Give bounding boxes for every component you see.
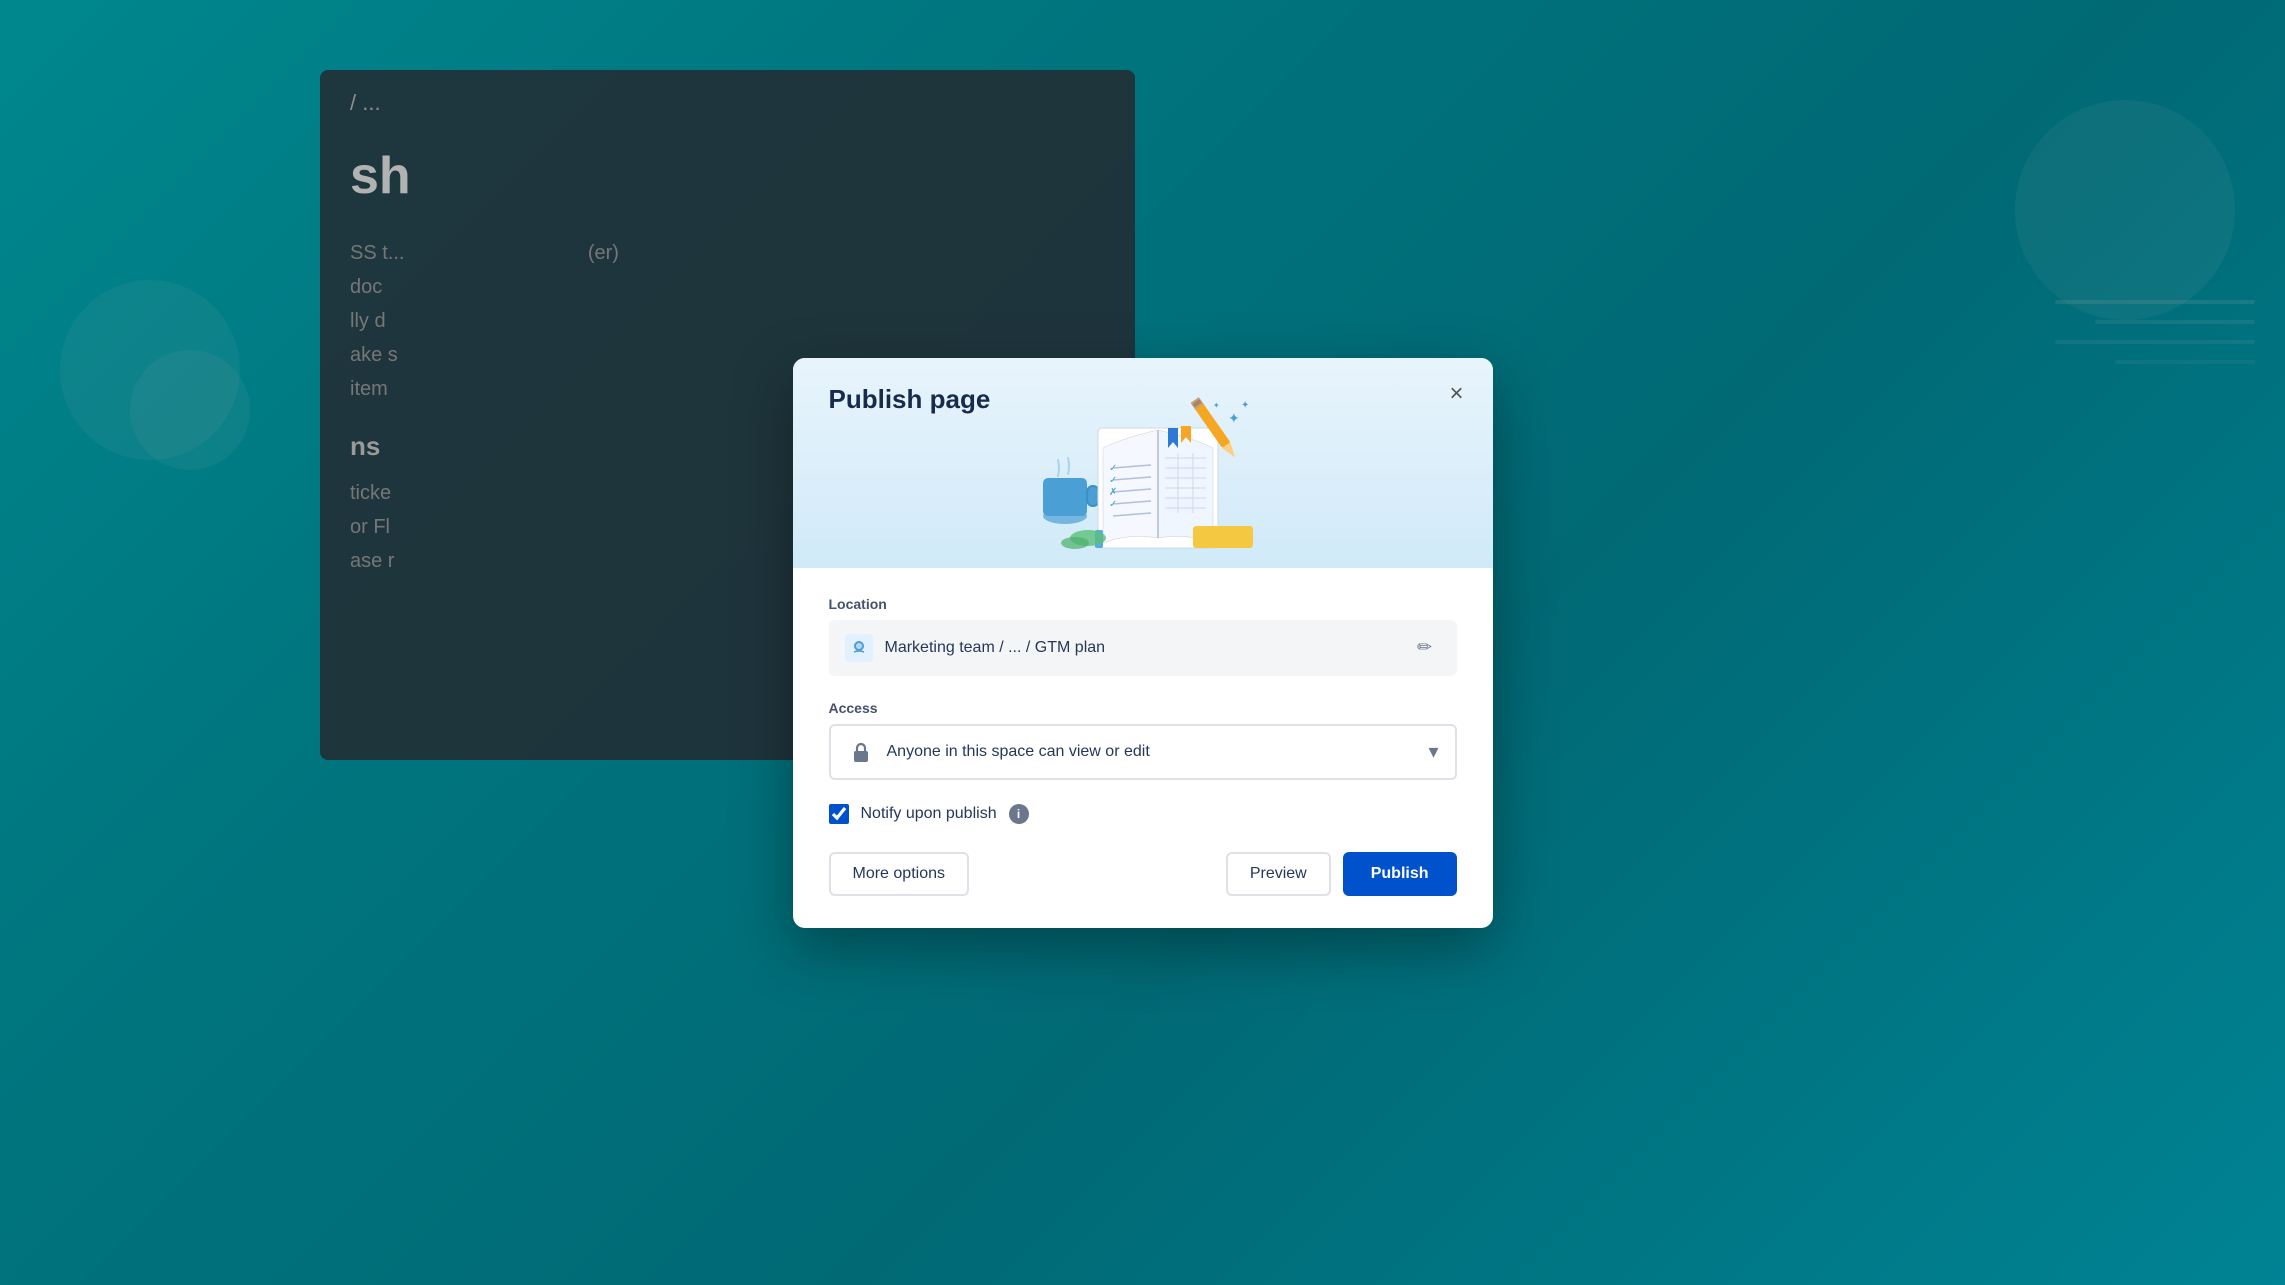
publish-button[interactable]: Publish: [1343, 852, 1457, 896]
modal-overlay: Publish page: [0, 0, 2285, 1285]
location-text: Marketing team / ... / GTM plan: [885, 639, 1409, 657]
page-name: GTM plan: [1035, 639, 1105, 656]
svg-text:✦: ✦: [1228, 410, 1240, 426]
publish-dialog: Publish page: [793, 358, 1493, 928]
space-icon: [845, 634, 873, 662]
location-sep2: /: [1026, 639, 1035, 656]
location-edit-button[interactable]: ✏: [1409, 632, 1441, 664]
access-label: Access: [829, 700, 1457, 716]
notify-row: Notify upon publish i: [829, 804, 1457, 824]
close-icon: ×: [1449, 380, 1463, 408]
svg-text:✦: ✦: [1213, 401, 1220, 410]
right-buttons: Preview Publish: [1226, 852, 1457, 896]
edit-icon: ✏: [1417, 637, 1432, 658]
notify-checkbox[interactable]: [829, 804, 849, 824]
location-label: Location: [829, 596, 1457, 612]
location-ellipsis: ...: [1008, 639, 1021, 656]
svg-text:✓: ✓: [1109, 499, 1117, 510]
lock-icon: [847, 738, 875, 766]
access-dropdown[interactable]: Anyone in this space can view or edit ▾: [829, 724, 1457, 780]
notify-label: Notify upon publish: [861, 805, 997, 823]
location-sep1: /: [999, 639, 1008, 656]
modal-body: Location Marketing team / ... / GTM pl: [793, 568, 1493, 928]
location-row: Marketing team / ... / GTM plan ✏: [829, 620, 1457, 676]
actions-row: More options Preview Publish: [829, 852, 1457, 896]
close-button[interactable]: ×: [1439, 376, 1475, 412]
svg-text:✦: ✦: [1241, 400, 1249, 411]
svg-text:✓: ✓: [1109, 475, 1117, 486]
modal-illustration: Publish page: [793, 358, 1493, 568]
access-text: Anyone in this space can view or edit: [887, 743, 1429, 761]
info-icon[interactable]: i: [1009, 804, 1029, 824]
preview-button[interactable]: Preview: [1226, 852, 1331, 896]
modal-title: Publish page: [829, 384, 991, 415]
svg-text:✗: ✗: [1109, 487, 1117, 498]
publish-illustration: ✓ ✓ ✗ ✓: [1013, 368, 1273, 558]
svg-text:✓: ✓: [1109, 463, 1117, 474]
space-name: Marketing team: [885, 639, 995, 656]
more-options-button[interactable]: More options: [829, 852, 970, 896]
chevron-down-icon: ▾: [1428, 739, 1438, 764]
